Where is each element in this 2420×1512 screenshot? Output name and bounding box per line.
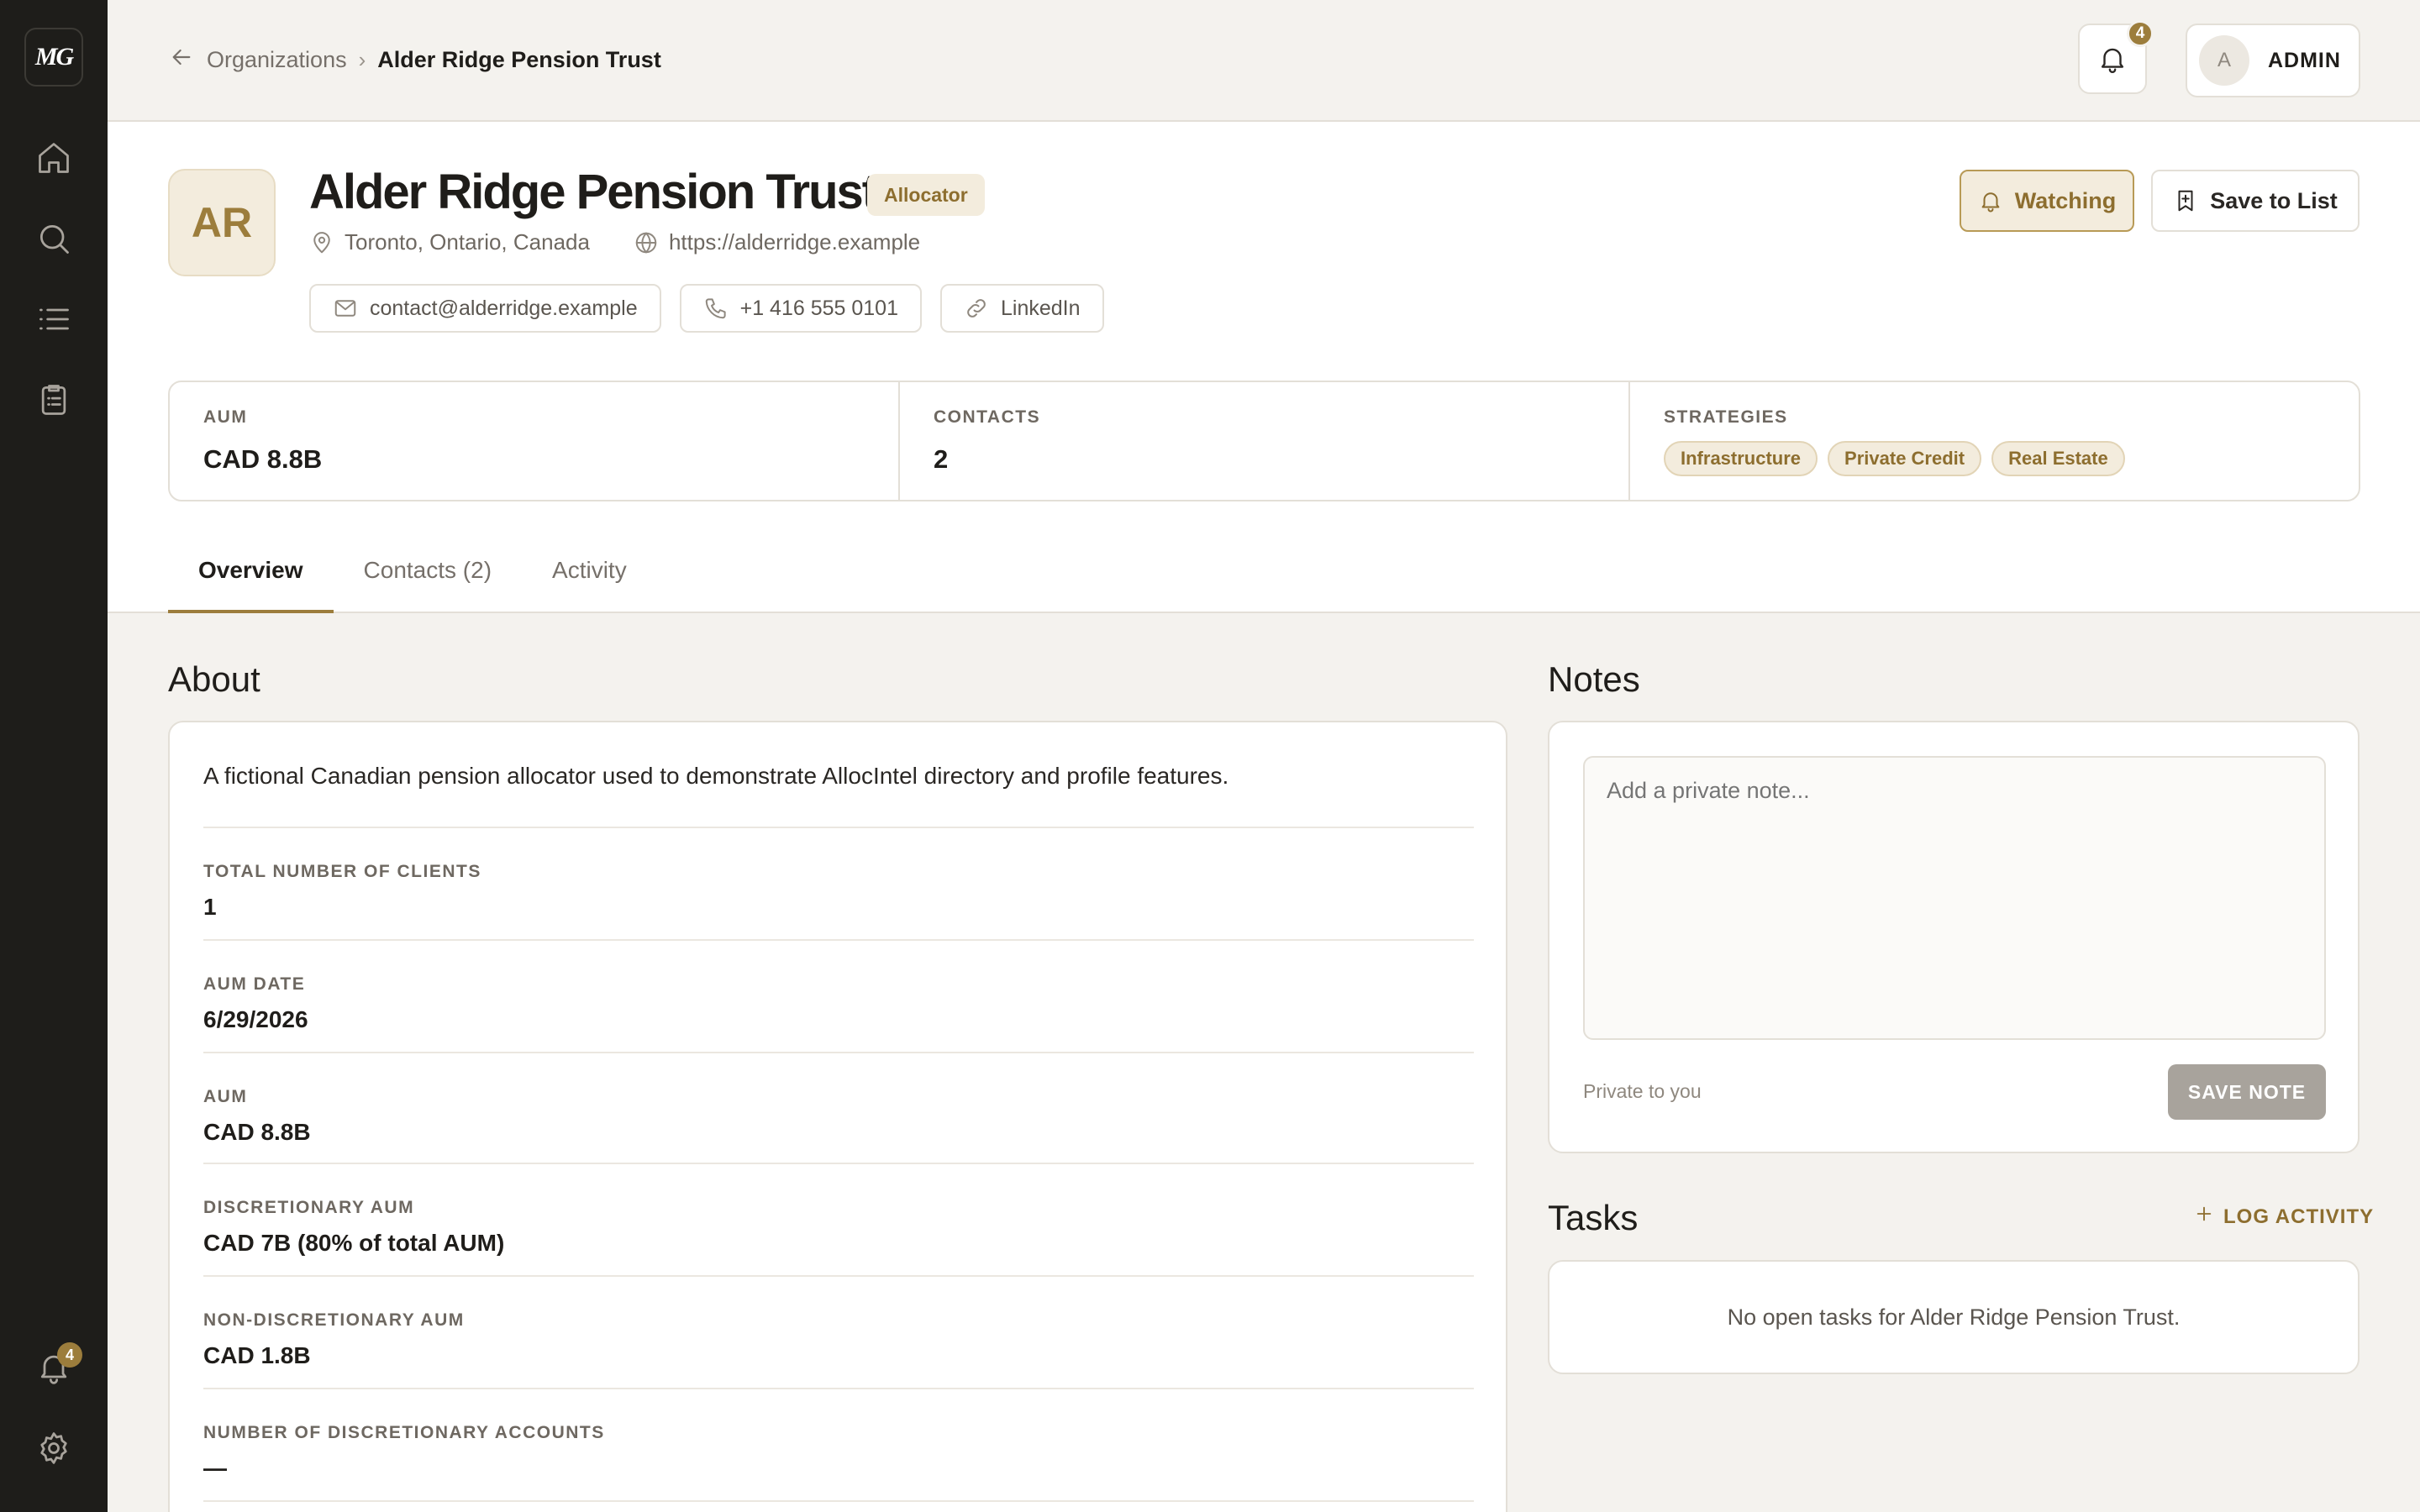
about-description: A fictional Canadian pension allocator u… [203, 763, 1229, 789]
field-label: NUMBER OF DISCRETIONARY ACCOUNTS [203, 1423, 605, 1442]
field-value: 1 [203, 894, 217, 920]
tasks-empty-text: No open tasks for Alder Ridge Pension Tr… [1727, 1304, 2181, 1330]
strategy-tag[interactable]: Infrastructure [1664, 441, 1818, 476]
detail-field: DISCRETIONARY AUM CAD 7B (80% of total A… [203, 1163, 1474, 1257]
privacy-text: Private to you [1583, 1080, 1702, 1102]
email-text: contact@alderridge.example [370, 296, 638, 320]
breadcrumb: Organizations › Alder Ridge Pension Trus… [168, 44, 661, 76]
stat-label: STRATEGIES [1664, 407, 1788, 427]
clipboard-icon[interactable] [29, 375, 79, 425]
tab-bar: Overview Contacts (2) Activity [168, 542, 657, 613]
notes-title: Notes [1548, 659, 1640, 699]
about-title: About [168, 659, 260, 699]
tasks-card: No open tasks for Alder Ridge Pension Tr… [1548, 1260, 2360, 1374]
notes-card: Private to you SAVE NOTE [1548, 721, 2360, 1153]
linkedin-chip[interactable]: LinkedIn [940, 284, 1104, 333]
bookmark-plus-icon [2178, 190, 2193, 212]
strategy-tag[interactable]: Real Estate [1991, 441, 2125, 476]
contact-chips: contact@alderridge.example +1 416 555 01… [309, 284, 1104, 333]
detail-field: NUMBER OF DISCRETIONARY ACCOUNTS — [203, 1388, 1474, 1482]
phone-icon [705, 298, 726, 319]
org-meta: Toronto, Ontario, Canada https://alderri… [309, 229, 920, 255]
org-location: Toronto, Ontario, Canada [345, 229, 590, 255]
sidebar-notification-badge: 4 [57, 1342, 82, 1368]
field-label: AUM DATE [203, 974, 306, 994]
tab-activity[interactable]: Activity [522, 542, 657, 613]
stat-label: CONTACTS [934, 407, 1041, 427]
org-avatar: AR [168, 169, 276, 276]
bell-icon [1981, 192, 2000, 213]
field-value: CAD 7B (80% of total AUM) [203, 1230, 505, 1256]
home-icon[interactable] [29, 133, 79, 183]
save-to-list-button[interactable]: Save to List [2151, 170, 2360, 232]
stats-panel: AUM CAD 8.8B CONTACTS 2 STRATEGIES Infra… [168, 381, 2360, 501]
breadcrumb-separator: › [358, 47, 366, 72]
field-label: AUM [203, 1087, 248, 1106]
linkedin-text: LinkedIn [1001, 296, 1081, 320]
note-textarea[interactable] [1583, 756, 2326, 1040]
breadcrumb-organizations-link[interactable]: Organizations [207, 47, 347, 73]
tasks-title: Tasks [1548, 1198, 1639, 1237]
user-menu-button[interactable]: A ADMIN [2186, 24, 2360, 97]
field-divider [203, 1500, 1474, 1502]
field-value: 6/29/2026 [203, 1006, 308, 1032]
save-note-button[interactable]: SAVE NOTE [2168, 1064, 2326, 1120]
breadcrumb-current: Alder Ridge Pension Trust [377, 47, 661, 72]
org-website-link[interactable]: https://alderridge.example [669, 229, 920, 255]
email-chip[interactable]: contact@alderridge.example [309, 284, 661, 333]
mail-icon [334, 300, 356, 317]
globe-icon [635, 231, 657, 254]
app-logo[interactable]: MG [24, 28, 83, 87]
field-label: TOTAL NUMBER OF CLIENTS [203, 862, 481, 881]
stat-label: AUM [203, 407, 248, 427]
sidebar: MG 4 [0, 0, 108, 1512]
watching-label: Watching [2014, 187, 2117, 213]
field-label: DISCRETIONARY AUM [203, 1198, 415, 1217]
log-activity-label: LOG ACTIVITY [2223, 1205, 2375, 1228]
notification-count-badge: 4 [2127, 20, 2154, 47]
about-card: A fictional Canadian pension allocator u… [168, 721, 1507, 1512]
stat-contacts: CONTACTS 2 [900, 382, 1630, 500]
bell-icon [2101, 48, 2124, 73]
gear-icon[interactable] [29, 1423, 79, 1473]
link-icon [967, 299, 986, 318]
save-to-list-label: Save to List [2210, 187, 2338, 213]
detail-field: AUM CAD 8.8B [203, 1052, 1474, 1146]
watching-button[interactable]: Watching [1960, 170, 2134, 232]
page-title: Alder Ridge Pension Trust [309, 165, 878, 219]
plus-icon [2195, 1205, 2213, 1229]
avatar: A [2199, 35, 2249, 86]
user-name: ADMIN [2268, 48, 2341, 72]
tab-contacts[interactable]: Contacts (2) [334, 542, 523, 613]
stat-strategies: STRATEGIES Infrastructure Private Credit… [1630, 382, 2359, 500]
org-header: AR Alder Ridge Pension Trust Allocator T… [108, 122, 2420, 613]
stat-value: CAD 8.8B [203, 444, 323, 474]
detail-field: NON-DISCRETIONARY AUM CAD 1.8B [203, 1275, 1474, 1369]
field-value: CAD 8.8B [203, 1119, 311, 1145]
strategy-tags: Infrastructure Private Credit Real Estat… [1664, 441, 2325, 476]
arrow-left-icon[interactable] [168, 44, 195, 76]
phone-text: +1 416 555 0101 [739, 296, 898, 320]
phone-chip[interactable]: +1 416 555 0101 [679, 284, 922, 333]
detail-field: TOTAL NUMBER OF CLIENTS 1 [203, 827, 1474, 921]
strategy-tag[interactable]: Private Credit [1828, 441, 1982, 476]
list-icon[interactable] [29, 294, 79, 344]
field-value: — [203, 1455, 227, 1481]
org-type-badge: Allocator [867, 174, 985, 216]
map-pin-icon [313, 231, 330, 253]
top-bar: Organizations › Alder Ridge Pension Trus… [108, 0, 2420, 122]
search-icon[interactable] [29, 213, 79, 264]
log-activity-button[interactable]: LOG ACTIVITY [2195, 1205, 2374, 1229]
field-label: NON-DISCRETIONARY AUM [203, 1310, 465, 1330]
stat-value: 2 [934, 444, 949, 474]
tab-overview[interactable]: Overview [168, 542, 334, 613]
detail-field: AUM DATE 6/29/2026 [203, 939, 1474, 1033]
field-value: CAD 1.8B [203, 1342, 311, 1368]
stat-aum: AUM CAD 8.8B [170, 382, 900, 500]
